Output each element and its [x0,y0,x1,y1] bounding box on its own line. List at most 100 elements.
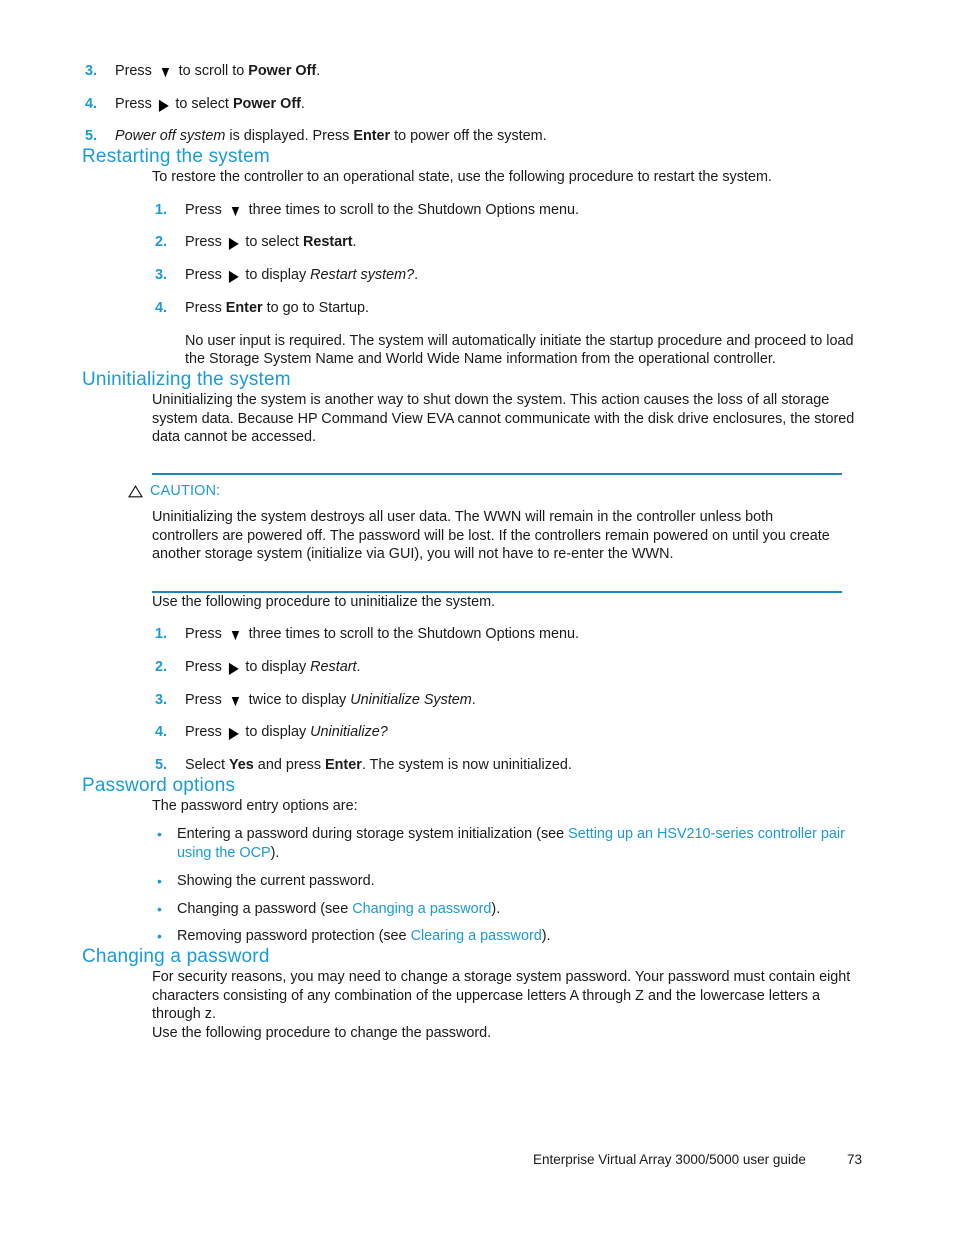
uninitializing-intro-wrap: Uninitializing the system is another way… [152,391,864,447]
procedure-step: 4. Press ▶ to display Uninitialize? [152,723,864,742]
step-text: Select Yes and press Enter. The system i… [185,757,572,773]
procedure-step: 3. Press ▼ to scroll to Power Off. [82,62,872,81]
step-number: 1. [155,201,168,218]
step-number: 4. [155,299,168,316]
caution-label: CAUTION: [150,483,221,500]
poweroff-steps-list: 3. Press ▼ to scroll to Power Off. 4. Press… [82,62,872,146]
step-number: 4. [155,724,168,741]
step-number: 3. [155,691,168,708]
text-run: is displayed. Press [225,128,354,145]
text-run: to select [171,95,233,112]
caution-header: CAUTION: [128,483,842,499]
password-options-intro: The password entry options are: [152,797,358,814]
bold-run: Enter [353,128,391,145]
text-run: three times to scroll to the Shutdown Op… [244,201,580,218]
procedure-step: 4. Press Enter to go to Startup. No user i… [152,299,864,369]
password-options-body: The password entry options are: • Enterin… [152,797,864,946]
procedure-step: 1. Press ▼ three times to scroll to the S… [152,625,864,644]
step-number: 1. [155,626,168,643]
procedure-step: 3. Press ▼ twice to display Uninitialize … [152,691,864,710]
step-number: 5. [155,757,168,774]
bullet-icon: • [157,826,162,843]
step-text: Press ▶ to display Uninitialize? [185,724,388,743]
footer-page-number: 73 [847,1152,863,1167]
step-number: 3. [85,63,98,79]
bullet-text: Changing a password (see Changing a pass… [177,901,500,917]
text-run: to scroll to [174,63,249,79]
text-run: ). [491,900,501,917]
text-run: to select [241,234,303,251]
bullet-list-item: • Removing password protection (see Clear… [152,927,864,946]
step-text: Press ▶ to display Restart system?. [185,267,418,284]
uninitializing-steps-list: 1. Press ▼ three times to scroll to the S… [152,625,864,775]
arrow-down-icon: ▼ [228,692,242,711]
text-run: . [471,691,476,708]
step-text: Press ▼ to scroll to Power Off. [115,63,321,82]
text-run: Press [185,724,226,741]
step-text: Press ▼ three times to scroll to the Shu… [185,201,580,221]
text-run: to display [241,267,311,284]
text-run: Press [115,63,156,79]
text-run: Showing the current password. [177,872,375,889]
italic-run: Uninitialize System [350,691,472,708]
bullet-text: Removing password protection (see Cleari… [177,928,551,944]
text-run: to display [241,659,311,676]
text-run: ). [270,845,280,862]
text-run: Press [185,626,226,643]
page-content: 3. Press ▼ to scroll to Power Off. 4. Press… [82,48,872,1043]
bold-run: Power Off [232,95,301,112]
arrow-right-icon: ▶ [158,96,169,115]
text-run: Press [185,234,226,251]
password-options-bullet-list: • Entering a password during storage syst… [152,825,864,946]
cross-reference-link[interactable]: Clearing a password [411,928,542,944]
arrow-down-icon: ▼ [228,626,242,645]
text-run: . [300,95,305,112]
text-run: three times to scroll to the Shutdown Op… [244,626,580,643]
text-run: Entering a password during storage syste… [177,826,569,843]
cross-reference-link[interactable]: Changing a password [352,901,491,917]
step-number: 5. [85,128,98,145]
italic-run: Restart system? [310,267,415,284]
text-run: and press [253,757,326,774]
text-run: twice to display [244,691,351,708]
text-run: Press [185,659,226,676]
text-run: Press [185,267,226,284]
bold-run: Yes [229,757,254,774]
changing-password-paragraph-2: Use the following procedure to change th… [152,1025,492,1042]
bullet-icon: • [157,872,162,889]
text-run: Press [115,95,156,112]
text-run: to go to Startup. [262,299,369,316]
heading-password-options: Password options [82,774,236,796]
text-run: Select [185,757,229,774]
step-number: 3. [155,267,168,284]
caution-box: CAUTION: Uninitializing the system destr… [128,473,842,593]
uninitializing-procedure-intro: Use the following procedure to uninitial… [152,593,496,610]
arrow-right-icon: ▶ [228,725,239,743]
bullet-icon: • [157,928,162,945]
bold-run: Enter [225,299,263,316]
text-run: . [316,63,321,79]
step-number: 2. [155,659,168,676]
text-run: to display [241,724,311,741]
text-run: Changing a password (see [177,900,353,917]
arrow-right-icon: ▶ [228,235,239,253]
text-run: to power off the system. [390,128,547,145]
arrow-down-icon: ▼ [158,63,172,82]
changing-password-paragraph-1: For security reasons, you may need to ch… [152,968,851,1023]
step-text: Press ▶ to select Power Off. [115,95,305,115]
arrow-right-icon: ▶ [228,659,239,678]
step-text: Press ▼ twice to display Uninitialize Sy… [185,691,476,711]
caution-body-text: Uninitializing the system destroys all u… [152,509,830,563]
step-text: Press Enter to go to Startup. [185,300,369,316]
document-page: 3. Press ▼ to scroll to Power Off. 4. Press… [0,0,954,1235]
step-text: Power off system is displayed. Press Ent… [115,128,547,144]
heading-uninitializing-the-system: Uninitializing the system [82,369,291,391]
restarting-intro-paragraph: To restore the controller to an operatio… [152,169,772,185]
text-run: . [352,234,357,251]
uninitializing-procedure: Use the following procedure to uninitial… [152,593,864,775]
step-number: 2. [155,234,168,251]
italic-run: Power off system [115,128,226,145]
procedure-step: 5. Select Yes and press Enter. The system… [152,756,864,775]
arrow-down-icon: ▼ [228,202,242,221]
procedure-step: 5. Power off system is displayed. Press E… [82,127,872,146]
